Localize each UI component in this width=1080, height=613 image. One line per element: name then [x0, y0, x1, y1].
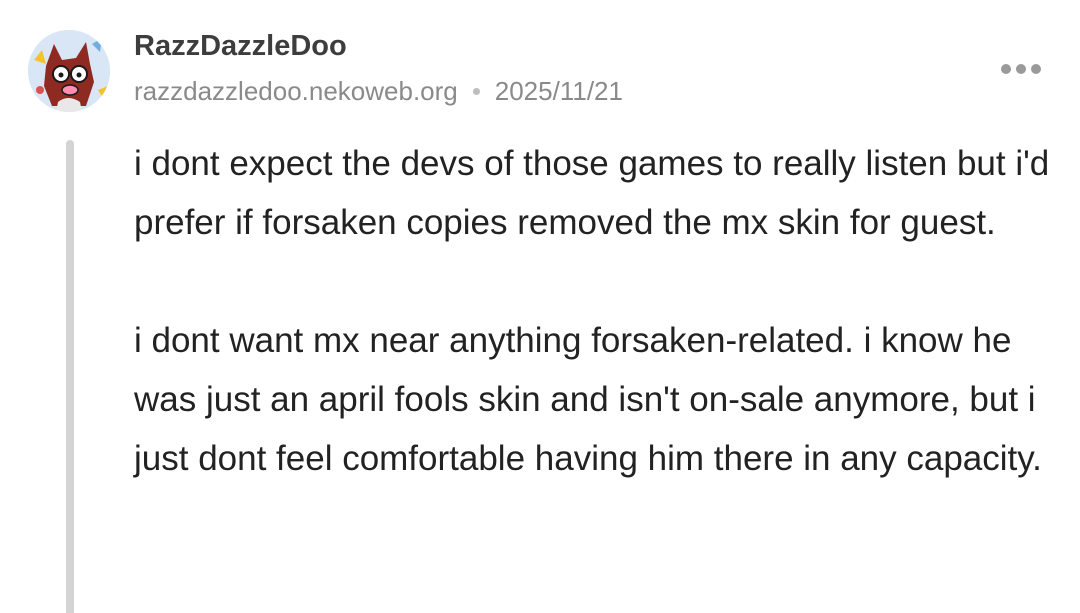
post-body: i dont expect the devs of those games to… [134, 134, 1064, 488]
thread-line [66, 140, 74, 613]
more-options-button[interactable] [996, 58, 1046, 80]
post-meta: razzdazzledoo.nekoweb.org 2025/11/21 [134, 76, 623, 107]
more-horizontal-icon [1031, 64, 1041, 74]
post-card: RazzDazzleDoo razzdazzledoo.nekoweb.org … [0, 0, 1080, 613]
post-date: 2025/11/21 [494, 76, 623, 106]
avatar[interactable] [28, 30, 110, 112]
post-paragraph: i dont expect the devs of those games to… [134, 144, 1050, 242]
author-site-link[interactable]: razzdazzledoo.nekoweb.org [134, 76, 458, 107]
more-horizontal-icon [1001, 64, 1011, 74]
author-display-name[interactable]: RazzDazzleDoo [134, 30, 347, 63]
meta-separator-dot [472, 88, 480, 95]
avatar-image [28, 30, 110, 112]
post-paragraph: i dont want mx near anything forsaken-re… [134, 321, 1042, 478]
more-horizontal-icon [1016, 64, 1026, 74]
